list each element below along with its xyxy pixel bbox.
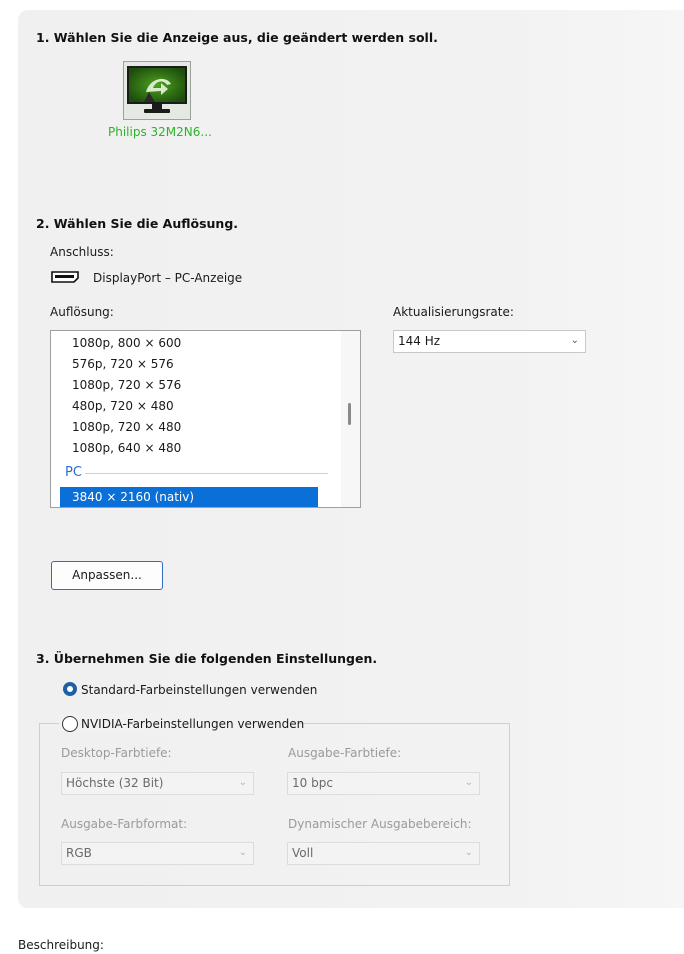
description-label: Beschreibung: <box>18 938 104 952</box>
desktop-depth-value: Höchste (32 Bit) <box>66 776 164 790</box>
radio-default-label[interactable]: Standard-Farbeinstellungen verwenden <box>81 683 317 697</box>
radio-nvidia-label[interactable]: NVIDIA-Farbeinstellungen verwenden <box>81 717 304 731</box>
chevron-down-icon: ⌄ <box>464 847 473 858</box>
group-divider <box>85 473 328 474</box>
dynamic-range-value: Voll <box>292 846 314 860</box>
section2-heading: 2. Wählen Sie die Auflösung. <box>36 216 239 231</box>
refresh-rate-label: Aktualisierungsrate: <box>393 305 514 319</box>
output-format-select[interactable]: RGB ⌄ <box>61 842 254 865</box>
desktop-depth-select[interactable]: Höchste (32 Bit) ⌄ <box>61 772 254 795</box>
chevron-down-icon: ⌄ <box>238 777 247 788</box>
radio-default-colors[interactable] <box>63 682 77 696</box>
list-item[interactable]: 1080p, 720 × 576 <box>72 378 181 392</box>
output-depth-label: Ausgabe-Farbtiefe: <box>288 746 402 760</box>
monitor-tile[interactable] <box>123 61 191 120</box>
refresh-rate-select[interactable]: 144 Hz ⌄ <box>393 330 586 353</box>
refresh-rate-value: 144 Hz <box>398 334 441 348</box>
monitor-name[interactable]: Philips 32M2N6... <box>108 125 212 139</box>
dynamic-range-label: Dynamischer Ausgabebereich: <box>288 817 472 831</box>
list-item[interactable]: 480p, 720 × 480 <box>72 399 174 413</box>
resolution-listbox[interactable]: 1080p, 800 × 600 576p, 720 × 576 1080p, … <box>50 330 361 508</box>
output-depth-value: 10 bpc <box>292 776 333 790</box>
listbox-scrollbar[interactable] <box>341 331 360 507</box>
list-item[interactable]: 576p, 720 × 576 <box>72 357 174 371</box>
section3-heading: 3. Übernehmen Sie die folgenden Einstell… <box>36 651 378 666</box>
resolution-label: Auflösung: <box>50 305 114 319</box>
selected-resolution-item[interactable]: 3840 × 2160 (nativ) <box>60 487 318 507</box>
chevron-down-icon: ⌄ <box>570 335 579 346</box>
chevron-down-icon: ⌄ <box>238 847 247 858</box>
connection-label: Anschluss: <box>50 245 114 259</box>
list-item[interactable]: 1080p, 720 × 480 <box>72 420 181 434</box>
section1-heading: 1. Wählen Sie die Anzeige aus, die geänd… <box>36 30 438 45</box>
output-format-value: RGB <box>66 846 92 860</box>
displayport-connector-icon <box>51 271 81 286</box>
connection-value: DisplayPort – PC-Anzeige <box>93 271 243 285</box>
list-item[interactable]: 1080p, 800 × 600 <box>72 336 181 350</box>
output-format-label: Ausgabe-Farbformat: <box>61 817 188 831</box>
group-header-pc: PC <box>65 465 82 480</box>
desktop-depth-label: Desktop-Farbtiefe: <box>61 746 172 760</box>
list-item[interactable]: 1080p, 640 × 480 <box>72 441 181 455</box>
output-depth-select[interactable]: 10 bpc ⌄ <box>287 772 480 795</box>
dynamic-range-select[interactable]: Voll ⌄ <box>287 842 480 865</box>
radio-nvidia-colors[interactable] <box>62 716 78 732</box>
scrollbar-thumb[interactable] <box>348 403 351 425</box>
nvidia-monitor-icon <box>127 66 187 113</box>
chevron-down-icon: ⌄ <box>464 777 473 788</box>
customize-button[interactable]: Anpassen... <box>51 561 163 590</box>
